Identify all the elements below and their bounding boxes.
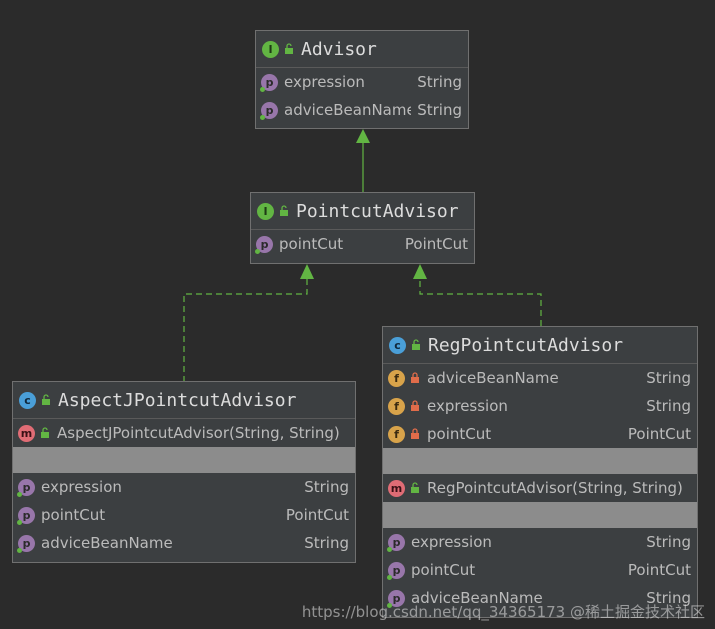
watermark: https://blog.csdn.net/qq_34365173 @稀土掘金技… bbox=[301, 603, 705, 621]
advisor-properties: p expression String p adviceBeanName Str… bbox=[256, 68, 468, 124]
compartment-separator bbox=[13, 447, 355, 473]
advisor-box[interactable]: I Advisor p expression String p adviceBe… bbox=[255, 30, 469, 129]
class-title: RegPointcutAdvisor bbox=[428, 334, 624, 356]
property-row: p adviceBeanName String bbox=[13, 529, 355, 557]
interface-icon: I bbox=[262, 40, 279, 58]
implements-arrowhead-reg bbox=[413, 264, 427, 279]
property-row: p adviceBeanName String bbox=[256, 96, 468, 124]
property-icon: p bbox=[255, 235, 273, 254]
property-type: String bbox=[417, 73, 462, 91]
property-name: pointCut bbox=[411, 561, 476, 579]
field-row: f pointCut PointCut bbox=[383, 420, 697, 448]
method-icon: m bbox=[18, 424, 35, 442]
property-row: p expression String bbox=[256, 68, 468, 96]
field-name: adviceBeanName bbox=[427, 369, 559, 387]
public-lock-icon bbox=[412, 339, 420, 350]
property-icon: p bbox=[387, 533, 405, 552]
property-icon: p bbox=[17, 506, 35, 525]
compartment-separator bbox=[383, 502, 697, 528]
class-title: PointcutAdvisor bbox=[296, 200, 459, 222]
class-title: Advisor bbox=[301, 38, 377, 60]
field-icon: f bbox=[388, 369, 405, 387]
method-signature: AspectJPointcutAdvisor(String, String) bbox=[57, 424, 340, 442]
method-icon: m bbox=[388, 479, 405, 497]
class-title: AspectJPointcutAdvisor bbox=[58, 389, 297, 411]
method-row: m AspectJPointcutAdvisor(String, String) bbox=[13, 419, 355, 447]
advisor-header: I Advisor bbox=[256, 31, 468, 68]
uml-class-diagram: I Advisor p expression String p adviceBe… bbox=[0, 0, 715, 629]
private-lock-icon bbox=[411, 400, 419, 411]
method-signature: RegPointcutAdvisor(String, String) bbox=[427, 479, 683, 497]
property-icon: p bbox=[17, 534, 35, 553]
property-row: p pointCut PointCut bbox=[383, 556, 697, 584]
public-lock-icon bbox=[42, 394, 50, 405]
property-row: p expression String bbox=[13, 473, 355, 501]
private-lock-icon bbox=[411, 372, 419, 383]
method-row: m RegPointcutAdvisor(String, String) bbox=[383, 474, 697, 502]
property-name: pointCut bbox=[279, 235, 344, 253]
pointcutadvisor-header: I PointcutAdvisor bbox=[251, 193, 474, 230]
property-icon: p bbox=[387, 561, 405, 580]
property-icon: p bbox=[17, 478, 35, 497]
field-icon: f bbox=[388, 397, 405, 415]
property-type: PointCut bbox=[404, 235, 468, 253]
property-type: String bbox=[304, 534, 349, 552]
field-name: pointCut bbox=[427, 425, 492, 443]
property-row: p pointCut PointCut bbox=[251, 230, 474, 258]
regpointcutadvisor-box[interactable]: c RegPointcutAdvisor f adviceBeanName St… bbox=[382, 326, 698, 618]
public-lock-icon bbox=[411, 482, 419, 493]
field-type: PointCut bbox=[627, 425, 691, 443]
property-name: expression bbox=[411, 533, 492, 551]
public-lock-icon bbox=[41, 427, 49, 438]
property-row: p expression String bbox=[383, 528, 697, 556]
field-row: f adviceBeanName String bbox=[383, 364, 697, 392]
property-type: String bbox=[417, 101, 462, 119]
property-type: PointCut bbox=[285, 506, 349, 524]
aspectj-header: c AspectJPointcutAdvisor bbox=[13, 382, 355, 419]
field-icon: f bbox=[388, 425, 405, 443]
property-name: expression bbox=[284, 73, 365, 91]
property-name: adviceBeanName bbox=[41, 534, 173, 552]
compartment-separator bbox=[383, 448, 697, 474]
interface-icon: I bbox=[257, 202, 274, 220]
implements-arrowhead-aspectj bbox=[300, 264, 314, 279]
public-lock-icon bbox=[285, 43, 293, 54]
property-type: String bbox=[304, 478, 349, 496]
property-name: expression bbox=[41, 478, 122, 496]
field-row: f expression String bbox=[383, 392, 697, 420]
reg-header: c RegPointcutAdvisor bbox=[383, 327, 697, 364]
property-icon: p bbox=[260, 101, 278, 120]
public-lock-icon bbox=[280, 205, 288, 216]
class-icon: c bbox=[19, 391, 36, 409]
property-type: String bbox=[646, 533, 691, 551]
field-name: expression bbox=[427, 397, 508, 415]
property-type: PointCut bbox=[627, 561, 691, 579]
property-icon: p bbox=[260, 73, 278, 92]
aspectjpointcutadvisor-box[interactable]: c AspectJPointcutAdvisor m AspectJPointc… bbox=[12, 381, 356, 563]
private-lock-icon bbox=[411, 428, 419, 439]
pointcutadvisor-box[interactable]: I PointcutAdvisor p pointCut PointCut bbox=[250, 192, 475, 264]
field-type: String bbox=[646, 369, 691, 387]
property-name: pointCut bbox=[41, 506, 106, 524]
implements-line-aspectj bbox=[183, 279, 308, 382]
property-name: adviceBeanName bbox=[284, 101, 412, 119]
property-row: p pointCut PointCut bbox=[13, 501, 355, 529]
extends-arrowhead-advisor bbox=[356, 129, 370, 143]
implements-line-reg bbox=[419, 279, 542, 326]
class-icon: c bbox=[389, 336, 406, 354]
field-type: String bbox=[646, 397, 691, 415]
